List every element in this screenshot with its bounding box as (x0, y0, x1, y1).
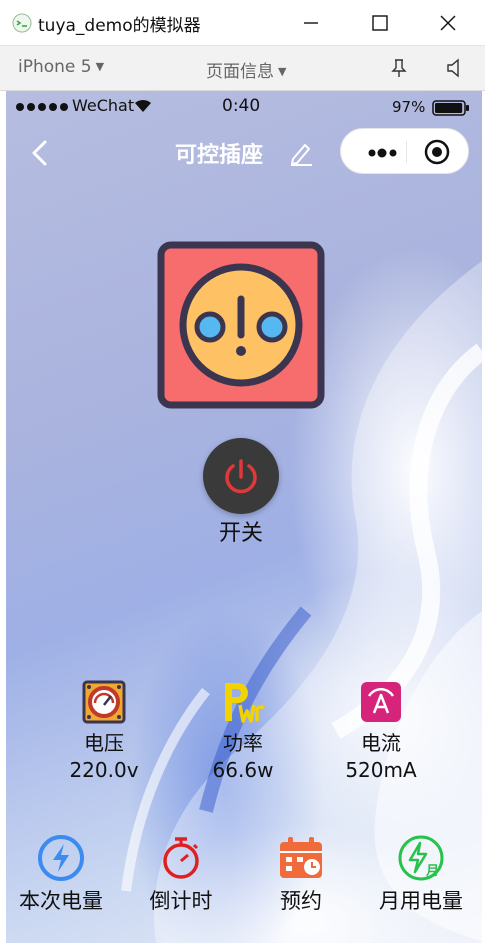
close-circle-icon[interactable] (424, 139, 450, 165)
current-ammeter-icon (361, 682, 401, 722)
metric-voltage: 电压 220.0v (44, 679, 164, 782)
calendar-schedule-icon (280, 837, 322, 878)
action-label: 月用电量 (379, 889, 463, 913)
socket-image (157, 241, 325, 409)
chevron-down-icon: ▼ (278, 65, 287, 78)
metric-power: 功率 66.6w (183, 679, 303, 782)
edit-pencil-icon[interactable] (288, 140, 314, 166)
simulator-app-icon (12, 13, 32, 33)
monthly-energy-icon: 月 (398, 835, 444, 881)
back-arrow-icon[interactable] (30, 139, 50, 167)
voltage-gauge-icon (82, 680, 126, 724)
chevron-down-icon: ▼ (95, 60, 105, 73)
power-icon (225, 459, 257, 494)
stopwatch-icon (163, 837, 199, 879)
metric-value: 66.6w (212, 758, 274, 782)
status-time: 0:40 (222, 96, 261, 116)
page-title: 可控插座 (175, 143, 264, 168)
svg-text:月: 月 (425, 864, 439, 879)
page-info-selector[interactable]: 页面信息 ▼ (206, 57, 286, 82)
maximize-icon[interactable] (365, 8, 395, 38)
phone-screen: WeChat 0:40 97% 可控插座 开关 电压 220.0v 功率 66.… (6, 91, 482, 943)
pin-icon[interactable] (388, 57, 410, 79)
metric-current: 电流 520mA (321, 679, 441, 782)
action-label: 倒计时 (149, 889, 213, 913)
capsule-divider (406, 141, 407, 163)
close-window-icon[interactable] (433, 8, 463, 38)
speaker-icon[interactable] (444, 57, 466, 79)
wifi-icon (135, 99, 151, 112)
metric-label: 电流 (361, 731, 401, 755)
mini-program-capsule (340, 128, 469, 174)
metric-value: 520mA (345, 758, 417, 782)
metric-label: 电压 (84, 731, 124, 755)
action-schedule[interactable]: 预约 (242, 833, 360, 915)
lightning-circle-icon (38, 835, 84, 881)
metric-value: 220.0v (69, 758, 139, 782)
status-bar: WeChat 0:40 97% (6, 91, 482, 121)
carrier-name: WeChat (72, 96, 135, 115)
action-label: 预约 (280, 889, 322, 913)
simulator-toolbar: iPhone 5 ▼ 页面信息 ▼ (0, 46, 485, 91)
action-label: 本次电量 (19, 889, 103, 913)
device-selector-label: iPhone 5 (18, 57, 92, 77)
device-selector[interactable]: iPhone 5 ▼ (18, 57, 104, 77)
action-countdown[interactable]: 倒计时 (122, 833, 240, 915)
metric-label: 功率 (223, 731, 263, 755)
action-current-energy[interactable]: 本次电量 (6, 833, 120, 915)
socket-hole-left (194, 311, 226, 343)
minimize-icon[interactable] (296, 8, 326, 38)
power-switch-button[interactable] (203, 438, 279, 514)
window-title: tuya_demo的模拟器 (38, 16, 201, 36)
more-dots-icon[interactable] (368, 148, 398, 158)
signal-strength-icon (16, 103, 68, 111)
window-title-bar: tuya_demo的模拟器 (0, 0, 485, 46)
power-switch-label: 开关 (218, 521, 263, 546)
battery-icon (432, 100, 469, 116)
action-monthly-energy[interactable]: 月 月用电量 (362, 833, 480, 915)
page-info-label: 页面信息 (206, 62, 274, 82)
battery-percent: 97% (392, 98, 426, 116)
socket-hole-right (256, 311, 288, 343)
navigation-bar: 可控插座 (6, 127, 482, 177)
power-pwr-icon (225, 683, 266, 723)
